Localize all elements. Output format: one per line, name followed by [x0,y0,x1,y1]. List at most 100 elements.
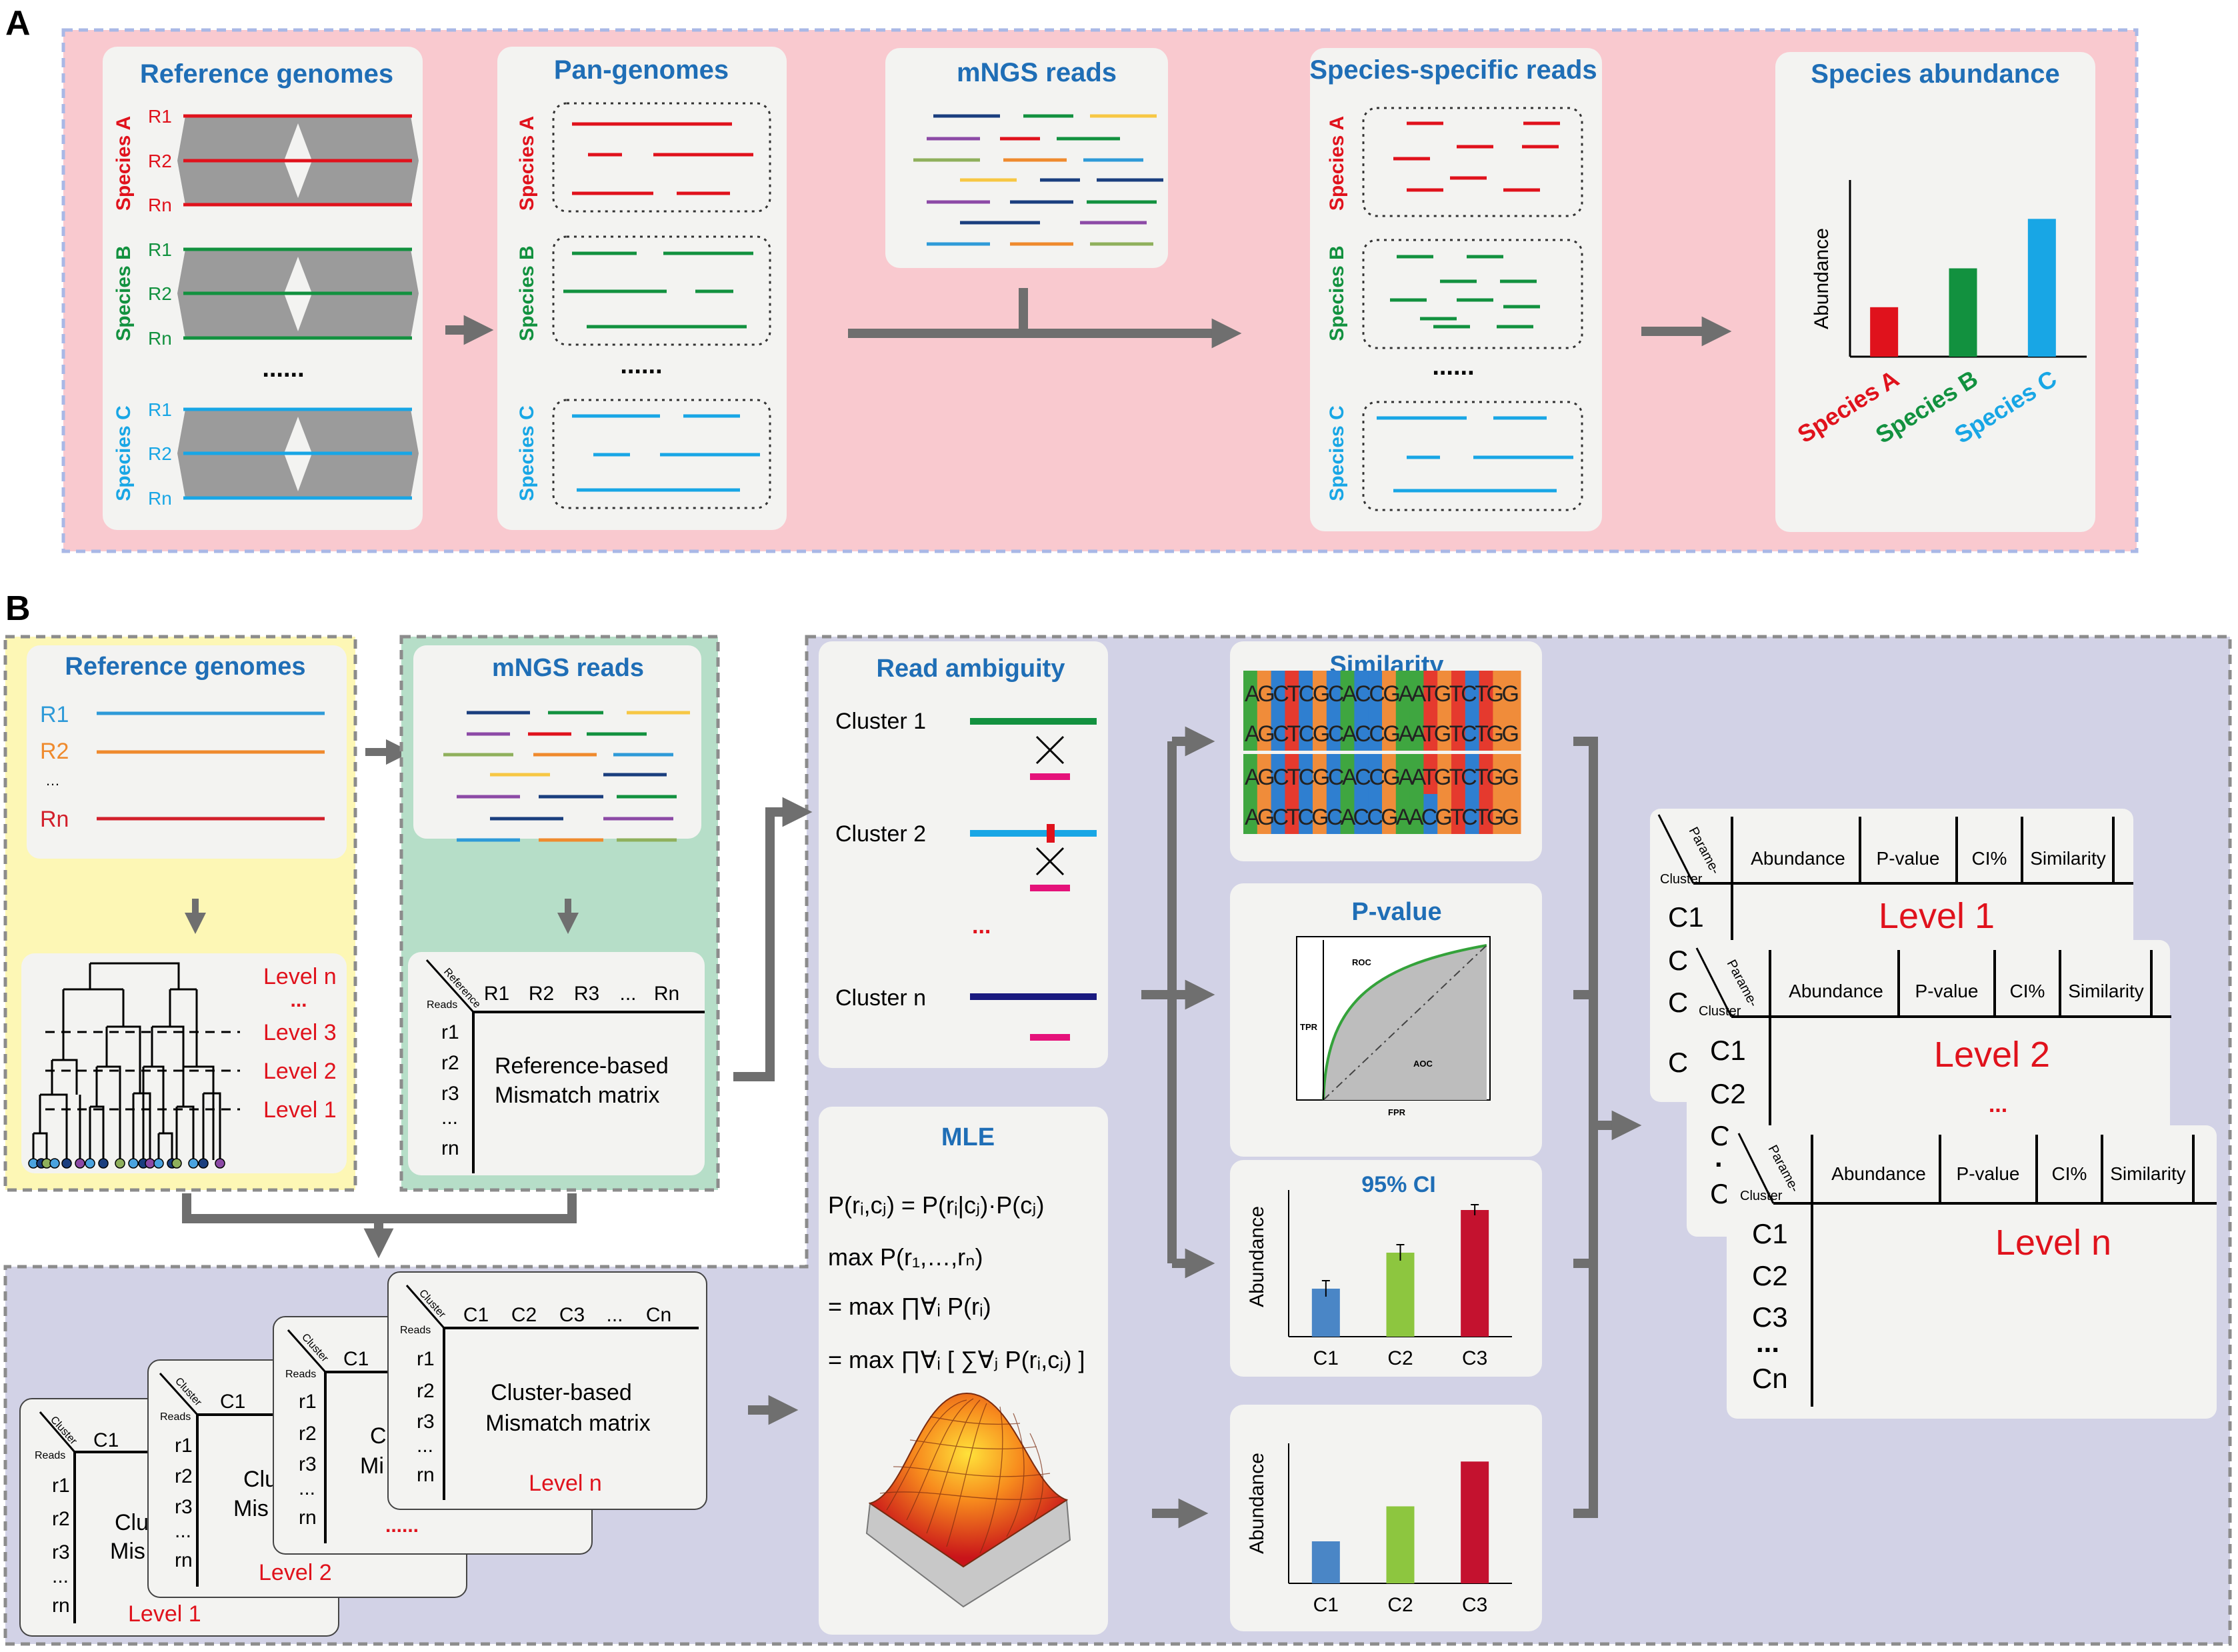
pan-ellipsis: ...... [620,351,662,379]
ref-matrix-caption: Reference-based [495,1053,669,1079]
tpr-label: TPR [1300,1022,1318,1032]
ss-species-b-label: Species B [1326,245,1348,341]
tree-level-label: Level 1 [263,1097,337,1123]
bar [1870,307,1899,357]
cm1-row: r3 [52,1541,70,1563]
rt1-col: P-value [1877,848,1940,869]
panel-a-reference-genomes: Reference genomes Species A R1 R2 Rn Spe… [103,47,423,530]
cluster-label: Cluster 2 [835,821,926,847]
genome-species-b-label: Species B [113,245,135,341]
cm1-col: C1 [93,1429,119,1451]
cm2-corner-bottom: Reads [160,1411,191,1423]
cm4-row: ... [417,1435,433,1457]
rt2-col: P-value [1915,981,1979,1001]
cm1-caption: Mis [110,1539,145,1564]
rt3-col: CI% [2052,1163,2087,1184]
rt3-row: Cn [1752,1363,1788,1394]
panel-a-species-specific: Species-specific reads Species A Species… [1309,48,1602,531]
leaf-node [61,1158,72,1169]
genome-read-label: R1 [148,399,172,420]
leaf-node [145,1158,155,1169]
ss-ellipsis: ...... [1432,353,1474,381]
ambiguity-dots: ... [972,913,991,939]
ci-box: 95% CI Abundance C1 C2 C3 [1230,1160,1542,1377]
genome-read-label: R1 [148,239,172,260]
mle-equation: = max ∏∀ᵢ P(rᵢ) [828,1293,991,1320]
rt1-row: C [1668,987,1688,1018]
sequence-text: AGCTCGCACCGAATGTCTGG [1245,765,1519,790]
panel-a-pan-genomes: Pan-genomes Species A Species B Species … [497,47,787,530]
cm1-corner-bottom: Reads [35,1450,65,1461]
pan-species-b-label: Species B [516,245,538,341]
category-label: C2 [1387,1594,1413,1616]
panel-b-mngs-reads: mNGS reads Reference Reads R1 R2 R3 ... … [399,635,720,1192]
pvalue-box: P-value ROC AOC TPR FPR [1230,883,1542,1157]
rt2-row: . [1715,1141,1723,1173]
mle-equation: = max ∏∀ᵢ [ ∑∀ⱼ P(rᵢ,cⱼ) ] [828,1346,1085,1373]
leaf-node [49,1158,60,1169]
ref-matrix-col: Rn [654,983,679,1005]
roc-label: ROC [1352,957,1372,967]
species-specific-title: Species-specific reads [1309,55,1597,85]
cm3-row: ... [299,1477,315,1499]
rt3-row: C2 [1752,1260,1788,1291]
cm2-row: r1 [175,1435,193,1457]
leaf-node [215,1158,225,1169]
genome-read-label: Rn [148,328,172,349]
cm1-caption: Clu [115,1510,149,1535]
pvalue-title: P-value [1351,898,1441,926]
ref-matrix-row: ... [441,1107,458,1129]
panel-b-reference-genomes: Reference genomes R1 R2 … Rn Level n ...… [3,635,357,1192]
similarity-box: Similarity AGCTCGCACCGAATGTCTGGAGCTCGCAC… [1230,641,1542,861]
cm4-col: C2 [511,1304,537,1326]
cm2-level: Level 2 [259,1560,332,1585]
rt2-row: C2 [1710,1078,1746,1109]
cm3-corner-bottom: Reads [285,1369,316,1380]
cm4-col: C1 [463,1304,489,1326]
leaf-node [75,1158,85,1169]
result-tables: Parame- Cluster Abundance P-value CI% Si… [1650,809,2217,1419]
tree-level-label: Level 2 [263,1059,337,1084]
bar [1386,1506,1415,1583]
panel-label-b: B [5,589,31,628]
bar [1461,1210,1489,1337]
tree-level-label: Level n [263,964,337,989]
rt3-col: Abundance [1831,1163,1926,1184]
ref-matrix-corner-bottom: Reads [427,999,457,1011]
genome-species-a-label: Species A [113,116,135,211]
arrow-b3 [182,1193,577,1259]
sequence-text: AGCTCGCACCGAATGTCTGG [1245,681,1519,707]
ref-matrix-caption: Mismatch matrix [495,1083,659,1108]
genome-read-label: R1 [148,106,172,127]
rt1-col: CI% [1972,848,2007,869]
ref-matrix-col: R2 [529,983,554,1005]
mle-bars-ylabel: Abundance [1246,1453,1268,1554]
pan-species-a-label: Species A [516,116,538,211]
bar [1386,1253,1415,1337]
species-abundance-ylabel: Abundance [1811,228,1833,329]
genome-species-c-label: Species C [113,405,135,501]
panel-a: Reference genomes Species A R1 R2 Rn Spe… [61,28,2139,553]
rt3-col: Similarity [2110,1163,2186,1184]
cm1-row: rn [52,1595,70,1617]
cm4-col: ... [606,1304,623,1326]
panel-b: Reference genomes R1 R2 … Rn Level n ...… [3,635,2232,1646]
cm1-row: r1 [52,1475,70,1497]
tree-level-label: Level 3 [263,1020,337,1045]
genome-read-label: R2 [148,443,172,464]
ss-species-c-label: Species C [1326,405,1348,501]
cm3-col: C1 [343,1348,369,1370]
rt1-corner-bottom: Cluster [1660,872,1703,887]
leaf-node [128,1158,139,1169]
ref-matrix-col: ... [619,983,636,1005]
b-ref-row-label: R2 [40,739,69,764]
cm2-row: rn [175,1549,193,1571]
ref-matrix-row: r3 [441,1083,459,1105]
genome-ellipsis: ...... [262,355,304,383]
cm2-caption: Mis [233,1496,269,1521]
leaf-node [115,1158,125,1169]
mle-equation: P(rᵢ,cⱼ) = P(rᵢ|cⱼ)·P(cⱼ) [828,1191,1045,1219]
rt1-row: C [1668,1047,1688,1078]
genome-read-label: R2 [148,283,172,304]
cluster-label: Cluster 1 [835,709,926,734]
